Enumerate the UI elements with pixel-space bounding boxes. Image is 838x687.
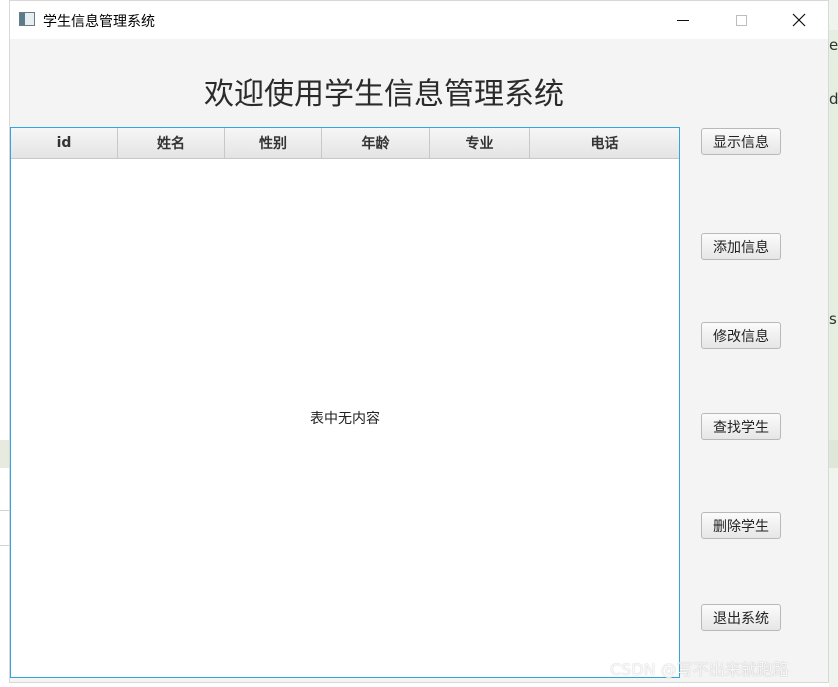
student-table[interactable]: id 姓名 性别 年龄 专业 电话 表中无内容 xyxy=(10,127,680,678)
background-bar-left xyxy=(0,440,9,468)
watermark-text: CSDN @写不出来就跑路 xyxy=(610,660,789,679)
title-bar[interactable]: 学生信息管理系统 xyxy=(10,1,828,39)
exit-system-button[interactable]: 退出系统 xyxy=(701,604,781,631)
close-button[interactable] xyxy=(776,1,822,39)
column-header-major[interactable]: 专业 xyxy=(430,128,530,158)
show-info-button[interactable]: 显示信息 xyxy=(701,128,781,155)
column-header-gender[interactable]: 性别 xyxy=(225,128,322,158)
app-window-icon xyxy=(19,12,35,26)
maximize-icon xyxy=(735,14,747,26)
maximize-button[interactable] xyxy=(718,1,764,39)
column-header-age[interactable]: 年龄 xyxy=(322,128,430,158)
background-divider xyxy=(0,510,9,511)
column-header-phone[interactable]: 电话 xyxy=(530,128,679,158)
column-header-id[interactable]: id xyxy=(11,128,118,158)
table-empty-message: 表中无内容 xyxy=(310,411,380,427)
background-text: er xyxy=(829,36,838,54)
close-icon xyxy=(792,13,806,27)
page-title: 欢迎使用学生信息管理系统 xyxy=(204,77,564,112)
minimize-button[interactable] xyxy=(660,1,706,39)
edit-info-button[interactable]: 修改信息 xyxy=(701,322,781,349)
find-student-button[interactable]: 查找学生 xyxy=(701,413,781,440)
column-header-name[interactable]: 姓名 xyxy=(118,128,225,158)
minimize-icon xyxy=(677,19,689,21)
delete-student-button[interactable]: 删除学生 xyxy=(701,512,781,539)
background-divider xyxy=(0,545,9,546)
window-title: 学生信息管理系统 xyxy=(43,14,155,30)
background-bar-right xyxy=(829,440,838,468)
app-window: 学生信息管理系统 欢迎使用学生信息管理系统 id 姓名 性别 年龄 专业 电话 … xyxy=(9,0,829,683)
add-info-button[interactable]: 添加信息 xyxy=(701,233,781,260)
background-text: d xyxy=(829,90,838,108)
background-text: s xyxy=(829,310,837,328)
table-header: id 姓名 性别 年龄 专业 电话 xyxy=(11,128,679,159)
